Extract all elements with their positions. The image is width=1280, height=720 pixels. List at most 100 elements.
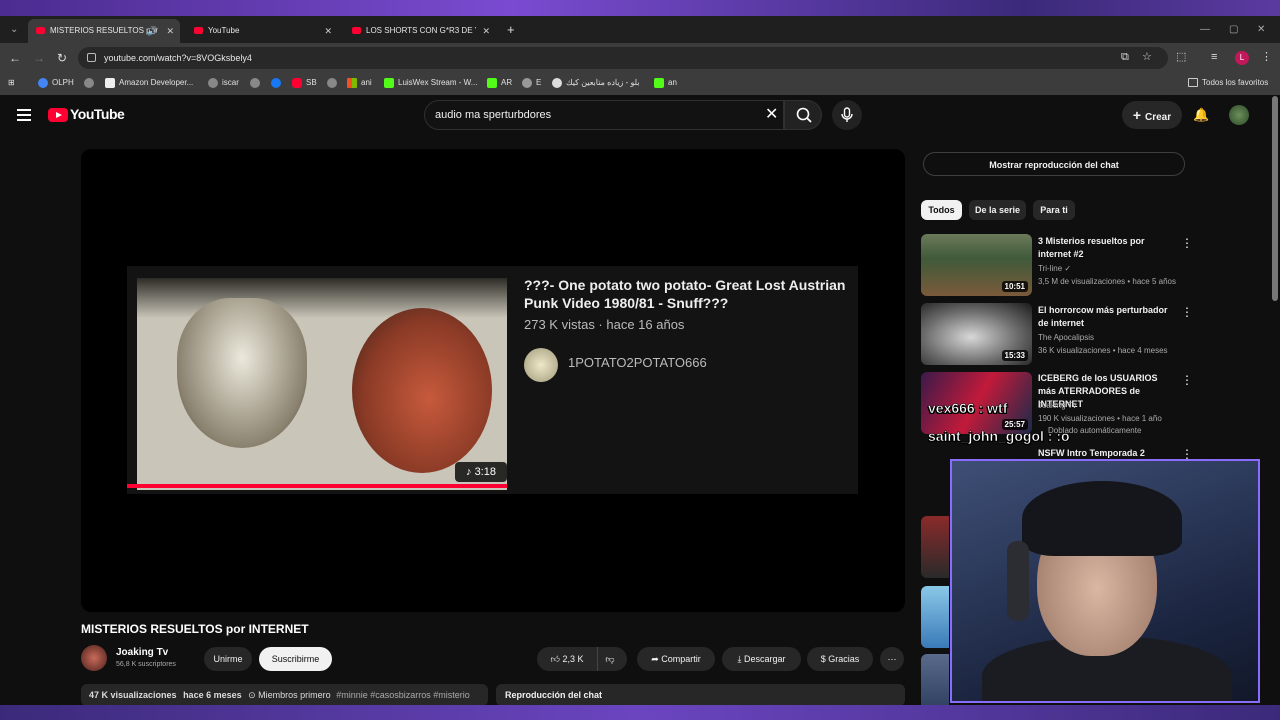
dislike-button[interactable]: 👎︎: [597, 647, 622, 671]
bookmark-amazon[interactable]: Amazon Developer...: [105, 73, 193, 93]
rec-thumbnail-partial[interactable]: [921, 654, 949, 705]
tab-misterios[interactable]: MISTERIOS RESUELTOS por 🔊 ✕: [28, 19, 180, 43]
bookmark-ar[interactable]: AR: [487, 73, 512, 93]
tab-youtube[interactable]: YouTube ✕: [186, 19, 338, 43]
kick-icon: [384, 77, 394, 88]
close-window-icon[interactable]: ✕: [1257, 16, 1265, 43]
profile-avatar[interactable]: L: [1235, 51, 1249, 65]
thumbs-up-icon: 👍︎: [550, 654, 563, 664]
chip-all[interactable]: Todos: [921, 200, 962, 220]
apps-icon[interactable]: ⊞: [8, 73, 15, 93]
more-vertical-icon[interactable]: ⋮: [1181, 305, 1193, 319]
close-tab-icon[interactable]: ✕: [482, 19, 490, 43]
install-app-icon[interactable]: ⧉: [1121, 50, 1129, 64]
clear-search-icon[interactable]: ✕: [765, 101, 778, 129]
bookmark-an[interactable]: an: [654, 73, 677, 93]
rec-title[interactable]: 3 Misterios resueltos por internet #2: [1038, 235, 1173, 261]
back-icon[interactable]: ←: [9, 51, 21, 65]
speaker-icon[interactable]: 🔊: [147, 19, 158, 43]
rec-thumbnail[interactable]: 15:33: [921, 303, 1032, 365]
tab-shorts[interactable]: LOS SHORTS CON G*R3 DE YOU ✕: [344, 19, 496, 43]
more-actions-button[interactable]: ⋯: [880, 647, 904, 671]
duration-badge: ♪ 3:18: [455, 462, 507, 482]
search-button[interactable]: [784, 100, 822, 130]
menu-icon[interactable]: [17, 109, 31, 121]
bookmark-globe-3[interactable]: [327, 73, 341, 93]
subscribe-button[interactable]: Suscribirme: [259, 647, 332, 671]
forward-icon[interactable]: →: [33, 51, 45, 65]
more-vertical-icon[interactable]: ⋮: [1181, 373, 1193, 387]
minimize-icon[interactable]: —: [1200, 16, 1210, 43]
channel-name[interactable]: Joaking Tv: [116, 647, 168, 658]
search-input[interactable]: audio ma sperturbdores ✕: [424, 100, 784, 130]
share-button[interactable]: ➦ Compartir: [637, 647, 715, 671]
youtube-logo-icon[interactable]: [48, 108, 68, 122]
bookmark-globe[interactable]: [84, 73, 98, 93]
create-button[interactable]: + Crear: [1122, 101, 1182, 129]
webcam-overlay: [950, 459, 1260, 703]
reload-icon[interactable]: ↻: [57, 51, 67, 65]
bookmark-e[interactable]: E: [522, 73, 541, 93]
youtube-logo-text[interactable]: YouTube: [70, 106, 125, 122]
bookmark-ani[interactable]: ani: [347, 73, 372, 93]
rec-channel[interactable]: Tri-line ✓: [1038, 264, 1071, 273]
more-horizontal-icon: ⋯: [887, 654, 897, 664]
globe-icon: [552, 77, 562, 88]
page-scrollbar[interactable]: [1272, 96, 1278, 301]
site-info-icon[interactable]: [87, 53, 96, 62]
bookmark-facebook[interactable]: [271, 73, 285, 93]
bookmark-iscar[interactable]: iscar: [208, 73, 239, 93]
all-bookmarks[interactable]: Todos los favoritos: [1188, 73, 1268, 93]
thumbs-down-icon: 👎︎: [605, 654, 615, 664]
chip-for-you[interactable]: Para ti: [1033, 200, 1075, 220]
kick-icon: [487, 77, 497, 88]
subscriber-count: 56,8 K suscriptores: [116, 661, 176, 668]
notifications-icon[interactable]: 🔔: [1193, 107, 1209, 123]
media-control-icon[interactable]: ≡: [1211, 50, 1217, 64]
video-title: MISTERIOS RESUELTOS por INTERNET: [81, 622, 309, 636]
rec-thumbnail-partial[interactable]: [921, 586, 949, 648]
tab-search-icon[interactable]: ⌄: [10, 16, 18, 43]
thanks-button[interactable]: $ Gracias: [807, 647, 873, 671]
like-button[interactable]: 👍︎ 2,3 K: [545, 647, 589, 671]
video-player[interactable]: ♪ 3:18 ???- One potato two potato- Great…: [81, 149, 905, 612]
tab-strip: ⌄ MISTERIOS RESUELTOS por 🔊 ✕ YouTube ✕ …: [0, 16, 1280, 43]
bookmark-sb[interactable]: SB: [292, 73, 317, 93]
rec-channel[interactable]: The Apocalipsis: [1038, 333, 1094, 342]
headset-icon: [1007, 541, 1029, 621]
channel-avatar[interactable]: [81, 645, 107, 671]
show-chat-replay-button[interactable]: Mostrar reproducción del chat: [923, 152, 1185, 176]
stream-chat-message: saint_john_gogol : :o: [928, 428, 1070, 445]
rec-channel[interactable]: Joaking Tv: [1038, 401, 1077, 410]
bookmark-olph[interactable]: OLPH: [38, 73, 74, 93]
address-bar[interactable]: youtube.com/watch?v=8VOGksbely4: [78, 47, 1168, 69]
stream-chat-message: vex666 : wtf: [928, 400, 1008, 417]
rec-thumbnail-partial[interactable]: [921, 516, 949, 578]
voice-search-button[interactable]: [832, 100, 862, 130]
verified-icon: ✓: [1064, 264, 1072, 273]
new-tab-icon[interactable]: +: [507, 16, 515, 43]
extensions-icon[interactable]: ⬚: [1176, 50, 1186, 64]
download-button[interactable]: ⤓ Descargar: [722, 647, 801, 671]
globe-icon: [84, 77, 94, 88]
chrome-menu-icon[interactable]: ⋮: [1261, 50, 1272, 64]
rec-title[interactable]: El horrorcow más perturbador de internet: [1038, 304, 1173, 330]
google-icon: [38, 77, 48, 88]
chip-series[interactable]: De la serie: [969, 200, 1026, 220]
bookmark-star-icon[interactable]: ☆: [1142, 50, 1152, 64]
more-vertical-icon[interactable]: ⋮: [1181, 236, 1193, 250]
bookmark-arabic[interactable]: بلو - زياده متابعين كيك: [552, 73, 640, 93]
close-tab-icon[interactable]: ✕: [166, 19, 174, 43]
embedded-channel-avatar: [524, 348, 558, 382]
maximize-icon[interactable]: ▢: [1229, 16, 1238, 43]
bookmark-luiswex[interactable]: LuisWex Stream - W...: [384, 73, 477, 93]
account-avatar[interactable]: [1229, 105, 1249, 125]
chat-replay-header[interactable]: Reproducción del chat: [496, 684, 905, 705]
rec-thumbnail[interactable]: 10:51: [921, 234, 1032, 296]
description-box[interactable]: 47 K visualizaciones hace 6 meses ⊙ Miem…: [81, 684, 488, 705]
bookmark-globe-2[interactable]: [250, 73, 264, 93]
rec-meta: 190 K visualizaciones • hace 1 año: [1038, 414, 1162, 423]
join-button[interactable]: Unirme: [204, 647, 252, 671]
close-tab-icon[interactable]: ✕: [324, 19, 332, 43]
embedded-meta: 273 K vistas · hace 16 años: [524, 317, 685, 332]
